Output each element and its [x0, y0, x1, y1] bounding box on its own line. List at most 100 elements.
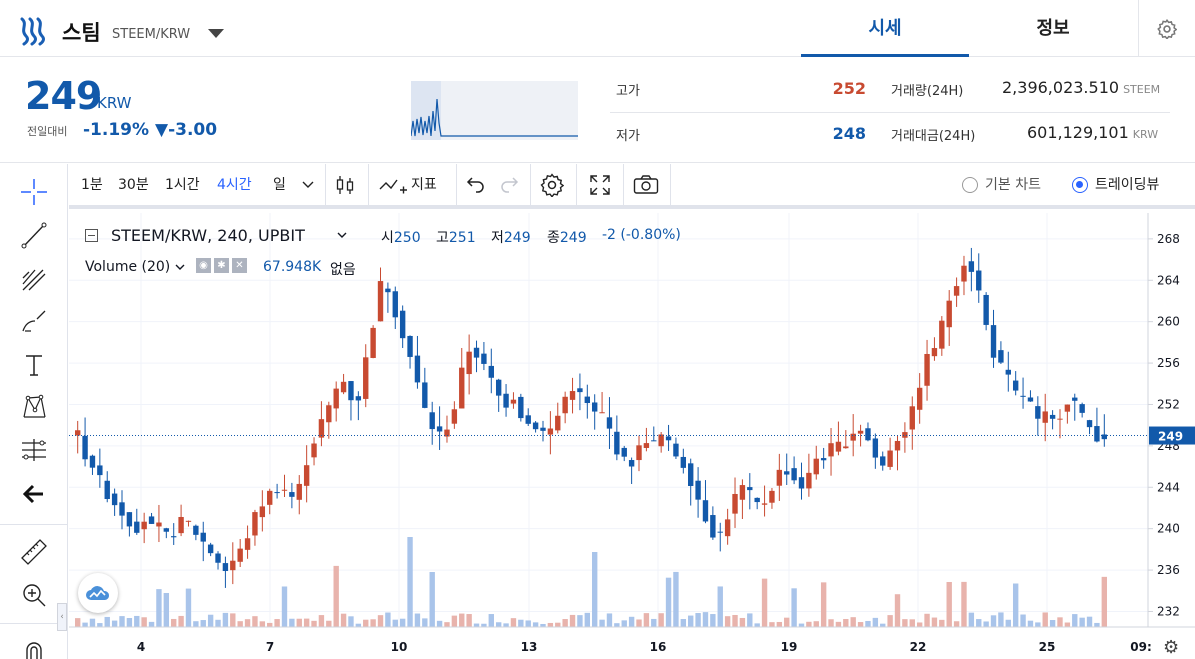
volume-bar [466, 614, 472, 627]
candle-body [296, 483, 302, 500]
candle-body [902, 432, 908, 438]
interval-30m[interactable]: 30분 [118, 164, 149, 205]
candle-body [1079, 404, 1085, 413]
chart-area[interactable]: 232 236 240 244 248 252 256 260 264 268 249 4 7 10 13 1… [57, 213, 1195, 659]
candle-body [178, 516, 184, 534]
zoom-tool[interactable] [16, 577, 52, 613]
legend-collapse-button[interactable] [85, 229, 98, 242]
legend-change: -2 (-0.80%) [602, 227, 681, 243]
magnet-tool[interactable] [16, 634, 52, 659]
chevron-down-icon[interactable] [337, 232, 347, 239]
volume-bar [916, 622, 923, 627]
volume-bar [75, 618, 81, 627]
fullscreen-icon[interactable] [589, 174, 611, 196]
tradingview-button[interactable] [78, 573, 118, 613]
volume-bar [289, 618, 295, 627]
interval-1h[interactable]: 1시간 [165, 164, 200, 205]
tab-info[interactable]: 정보 [969, 0, 1137, 57]
volume-24h-label: 거래량(24H) [891, 84, 964, 99]
gear-icon[interactable]: ✱ [214, 258, 229, 273]
chevron-down-icon[interactable] [175, 264, 185, 271]
candle-body [104, 480, 110, 500]
volume-bar [857, 622, 864, 627]
current-price: 249 [25, 74, 102, 118]
interval-4h[interactable]: 4시간 [217, 164, 252, 205]
candle-body [259, 506, 266, 518]
candle-type-icon[interactable] [334, 174, 356, 196]
settings-button[interactable] [1138, 0, 1195, 57]
toolbar-divider [623, 164, 624, 205]
indicator-icon[interactable] [378, 175, 408, 197]
volume-bar [547, 622, 554, 627]
volume-legend[interactable]: Volume (20) [85, 259, 170, 275]
candle-body [148, 516, 155, 524]
eye-icon[interactable]: ◉ [196, 258, 211, 273]
crosshair-tool[interactable] [16, 174, 52, 210]
volume-bar [710, 614, 716, 627]
undo-icon[interactable] [466, 176, 486, 194]
candle-body [185, 520, 192, 522]
indicator-button[interactable]: 지표 [411, 164, 437, 205]
pattern-tool[interactable] [16, 389, 52, 425]
interval-1m[interactable]: 1분 [81, 164, 103, 205]
volume-bar [754, 623, 760, 627]
open-value: 250 [393, 230, 421, 246]
candle-body [200, 532, 206, 542]
volume-bar [525, 620, 531, 627]
ruler-tool[interactable] [16, 534, 52, 570]
volume-bar [444, 622, 450, 627]
interval-day[interactable]: 일 [273, 164, 286, 205]
candle-body [688, 463, 694, 486]
candle-body [326, 405, 332, 423]
brush-tool[interactable] [16, 304, 52, 340]
toolbar-divider [0, 524, 68, 525]
candle-body [215, 553, 221, 563]
candle-body [1020, 395, 1026, 397]
volume-bar [1027, 620, 1034, 627]
coin-name: 스팀 [62, 21, 101, 45]
basic-chart-label[interactable]: 기본 차트 [985, 164, 1041, 205]
volume-bar [363, 619, 369, 627]
volume-bar [111, 620, 118, 627]
fib-tool[interactable] [16, 261, 52, 297]
candle-body [776, 469, 783, 486]
candle-body [244, 538, 251, 550]
zoom-in-icon [23, 584, 46, 607]
volume-bar [104, 616, 110, 627]
candle-body [348, 381, 354, 401]
remove-drawings-tool[interactable] [16, 476, 52, 512]
volume-bar [281, 586, 288, 627]
volume-bar [577, 615, 583, 627]
close-icon[interactable]: ✕ [232, 258, 247, 273]
volume-bar [887, 615, 893, 627]
chevron-down-icon[interactable] [302, 181, 314, 189]
text-tool[interactable] [16, 347, 52, 383]
coin-dropdown-icon[interactable] [208, 29, 224, 38]
tradingview-radio[interactable] [1072, 177, 1088, 193]
tab-price[interactable]: 시세 [801, 0, 969, 57]
redo-icon[interactable] [499, 176, 519, 194]
candle-body [584, 396, 590, 404]
volume-bar [274, 619, 280, 627]
volume-bar [702, 612, 709, 627]
candle-body [813, 458, 819, 475]
candle-body [444, 429, 450, 437]
volume-bar [628, 616, 635, 627]
chart-settings-icon[interactable] [540, 173, 564, 197]
basic-chart-radio[interactable] [962, 177, 978, 193]
measure-tool[interactable] [16, 432, 52, 468]
candle-body [592, 402, 598, 412]
fib-icon [22, 269, 46, 291]
collapse-toolbar-button[interactable]: ‹ [57, 603, 67, 631]
candle-body [798, 477, 805, 489]
legend-symbol[interactable]: STEEM/KRW, 240, UPBIT [111, 226, 305, 245]
trendline-tool[interactable] [16, 217, 52, 253]
volume-bar [865, 620, 871, 627]
camera-icon[interactable] [633, 175, 659, 195]
tradingview-label[interactable]: 트레이딩뷰 [1095, 164, 1159, 205]
candle-body [1005, 369, 1011, 375]
top-bar: 스팀 STEEM/KRW 시세 정보 [0, 0, 1195, 57]
volume-bar [1057, 617, 1063, 627]
price-tick-label: 256 [1157, 356, 1180, 370]
price-chart[interactable]: 2322362402442482522562602642682494 7 10 13 1… [69, 213, 1195, 659]
